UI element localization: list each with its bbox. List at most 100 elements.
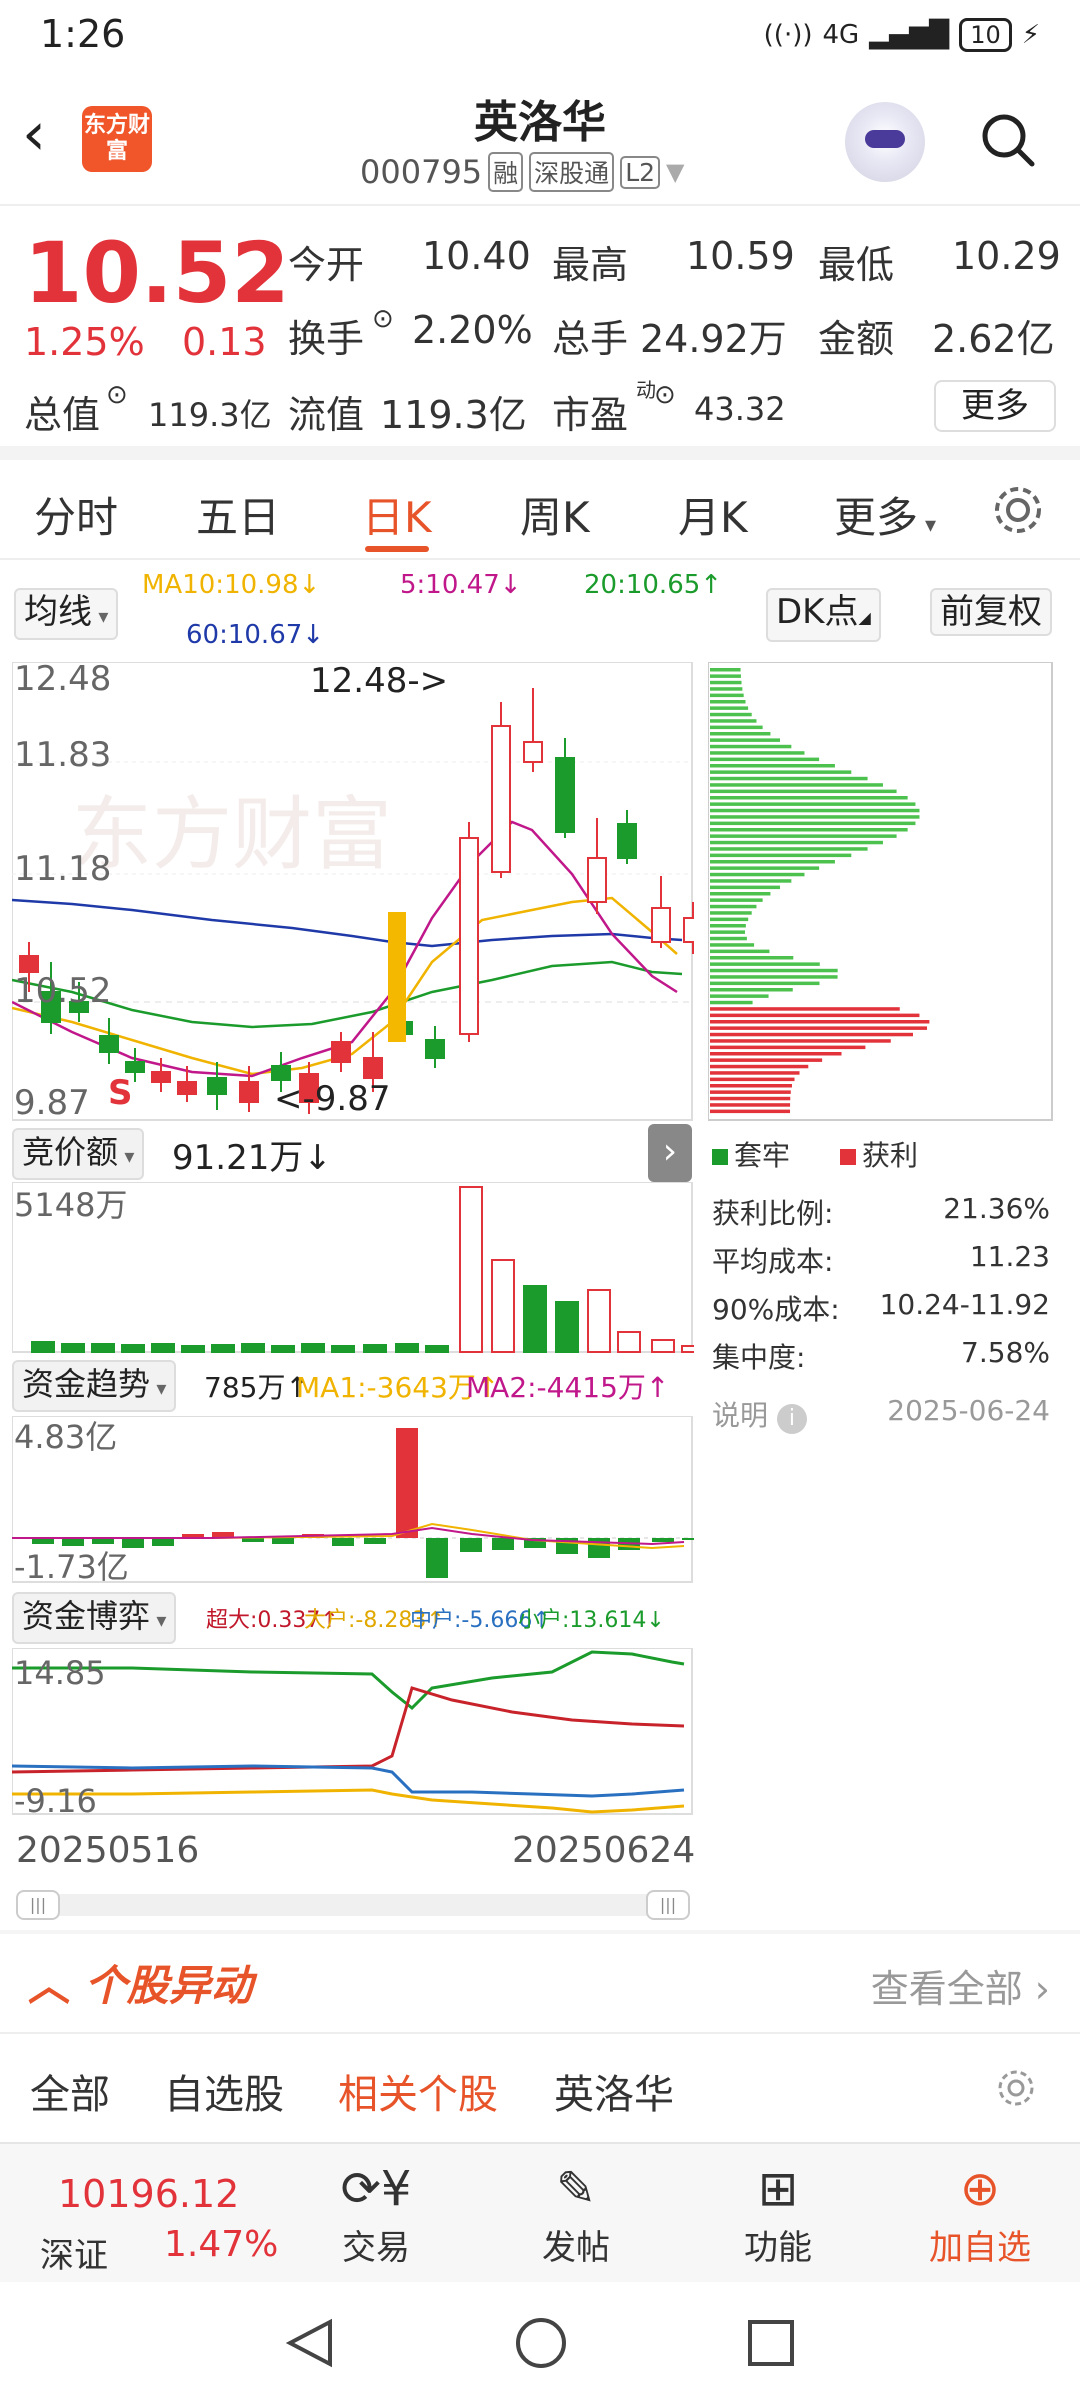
fund-bar bbox=[652, 1538, 674, 1542]
add-watchlist-button[interactable]: ⊕ 加自选 bbox=[910, 2158, 1050, 2269]
filter-tab-watchlist[interactable]: 自选股 bbox=[164, 2062, 284, 2120]
chip-bar bbox=[710, 892, 771, 896]
chip-bar bbox=[710, 719, 757, 723]
start-date: 20250516 bbox=[16, 1830, 200, 1871]
fund-game-bottom-label: -9.16 bbox=[14, 1782, 97, 1816]
fund-trend-label: 资金趋势 bbox=[22, 1365, 151, 1403]
nav-back-icon[interactable] bbox=[286, 2318, 334, 2368]
chip-bar bbox=[710, 834, 897, 838]
search-icon[interactable] bbox=[980, 112, 1036, 168]
status-bar: 1:26 ((·)) 4G ▂▄▆█ 10 ⚡ bbox=[0, 0, 1080, 72]
chip-bar bbox=[710, 1084, 792, 1088]
chip-bar bbox=[710, 700, 746, 704]
sell-signal-marker: S bbox=[108, 1073, 133, 1113]
info-icon[interactable]: ⊙ bbox=[372, 304, 394, 334]
auction-selector[interactable]: 竞价额 ▾ bbox=[12, 1128, 145, 1180]
fund-game-selector[interactable]: 资金博弈 ▾ bbox=[12, 1592, 177, 1644]
chip-bar bbox=[710, 815, 920, 819]
volume-bar bbox=[91, 1343, 115, 1353]
chip-bar bbox=[710, 712, 752, 717]
range-handle-left[interactable]: ||| bbox=[16, 1890, 60, 1920]
ma-selector[interactable]: 均线 ▾ bbox=[14, 588, 119, 640]
index-value[interactable]: 10196.12 bbox=[58, 2172, 239, 2216]
fund-bar bbox=[364, 1538, 386, 1544]
divider bbox=[0, 1930, 1080, 1934]
chip-bar bbox=[710, 1020, 930, 1024]
info-icon[interactable]: ⊙ bbox=[106, 380, 128, 410]
volume-bar bbox=[121, 1344, 145, 1353]
tab-intraday[interactable]: 分时 bbox=[34, 484, 118, 545]
assistant-avatar[interactable] bbox=[845, 102, 925, 182]
ma60-value: 60:10.67↓ bbox=[186, 620, 325, 650]
fund-bar bbox=[492, 1538, 514, 1550]
info-icon[interactable]: ⊙ bbox=[654, 380, 676, 410]
see-all-link[interactable]: 查看全部 › bbox=[871, 1958, 1050, 2013]
range-handle-right[interactable]: ||| bbox=[646, 1890, 690, 1920]
chip-bar bbox=[710, 751, 805, 755]
volume-bar bbox=[395, 1343, 419, 1353]
volume-bar bbox=[271, 1345, 295, 1353]
change-percent: 1.25% bbox=[24, 320, 145, 364]
volume-bar bbox=[211, 1344, 235, 1353]
info-icon: i bbox=[776, 1404, 807, 1434]
tab-daily-k[interactable]: 日K bbox=[362, 484, 432, 545]
volume-bar bbox=[587, 1289, 611, 1353]
stock-code: 000795 bbox=[360, 153, 483, 191]
trade-button[interactable]: ⟳¥ 交易 bbox=[306, 2158, 446, 2269]
pe-value: 43.32 bbox=[694, 390, 786, 428]
chip-bar bbox=[710, 936, 747, 941]
nav-recents-icon[interactable] bbox=[746, 2318, 796, 2368]
range-scrollbar[interactable]: ||| ||| bbox=[16, 1890, 690, 1920]
stock-header: ‹ 东方财富 英洛华 000795 融 深股通 L2 ▼ bbox=[0, 72, 1080, 206]
post-button[interactable]: ✎ 发帖 bbox=[506, 2158, 646, 2269]
chip-bar bbox=[710, 725, 763, 730]
tab-monthly-k[interactable]: 月K bbox=[678, 484, 748, 545]
fund-game-chart: 14.85 -9.16 bbox=[12, 1648, 693, 1816]
chip-bar bbox=[710, 872, 805, 877]
y-label-4: 10.52 bbox=[14, 971, 111, 1011]
chip-bar bbox=[710, 968, 838, 973]
edit-icon: ✎ bbox=[555, 2161, 597, 2217]
function-button[interactable]: ⊞ 功能 bbox=[708, 2158, 848, 2269]
tab-weekly-k[interactable]: 周K bbox=[520, 484, 590, 545]
chip-bar bbox=[710, 1039, 891, 1043]
ma5-value: 5:10.47↓ bbox=[400, 570, 522, 600]
index-name[interactable]: 深证 bbox=[40, 2228, 108, 2277]
chip-bar bbox=[710, 674, 741, 678]
chip-bar bbox=[710, 828, 908, 832]
stock-code-row[interactable]: 000795 融 深股通 L2 ▼ bbox=[360, 152, 685, 192]
candle-body bbox=[363, 1057, 383, 1079]
index-change[interactable]: 1.47% bbox=[164, 2224, 278, 2265]
candle-body bbox=[151, 1071, 171, 1083]
chip-bar bbox=[710, 917, 749, 922]
adjust-button[interactable]: 前复权 bbox=[930, 588, 1052, 636]
add-label: 加自选 bbox=[929, 2228, 1031, 2268]
expand-arrow-button[interactable]: › bbox=[648, 1124, 692, 1182]
tab-five-day[interactable]: 五日 bbox=[196, 484, 280, 545]
trade-icon: ⟳¥ bbox=[340, 2161, 412, 2217]
volume-chart: 5148万 bbox=[12, 1182, 694, 1353]
legend-swatch-green bbox=[712, 1149, 728, 1165]
gear-icon[interactable] bbox=[994, 2066, 1038, 2110]
filter-tab-related[interactable]: 相关个股 bbox=[338, 2062, 498, 2120]
candle-body bbox=[555, 757, 575, 833]
low-marker: <-9.87 bbox=[274, 1079, 390, 1119]
volume-value: 24.92万 bbox=[640, 317, 787, 361]
nav-home-icon[interactable] bbox=[514, 2316, 568, 2370]
tab-more[interactable]: 更多 ▾ bbox=[834, 484, 936, 545]
gear-icon[interactable] bbox=[990, 482, 1046, 538]
more-button[interactable]: 更多 bbox=[934, 380, 1056, 432]
fund-game-small: 小户:13.614↓ bbox=[518, 1608, 665, 1633]
filter-tab-stock[interactable]: 英洛华 bbox=[554, 2062, 674, 2120]
candle-body bbox=[683, 917, 694, 943]
candle-body bbox=[239, 1081, 259, 1103]
filter-tab-all[interactable]: 全部 bbox=[30, 2062, 110, 2120]
chip-bar bbox=[710, 911, 752, 915]
note-link[interactable]: 说明 i bbox=[712, 1394, 807, 1434]
dk-point-button[interactable]: DK点◢ bbox=[766, 588, 881, 642]
kline-chart[interactable]: 东方财富 12.48 11.83 11.18 10.52 9.87 12.48-… bbox=[12, 662, 694, 1122]
dropdown-icon: ▼ bbox=[666, 158, 685, 186]
legend-trapped: 套牢 bbox=[712, 1134, 790, 1174]
fund-bar bbox=[332, 1538, 354, 1546]
fund-trend-selector[interactable]: 资金趋势 ▾ bbox=[12, 1360, 177, 1412]
